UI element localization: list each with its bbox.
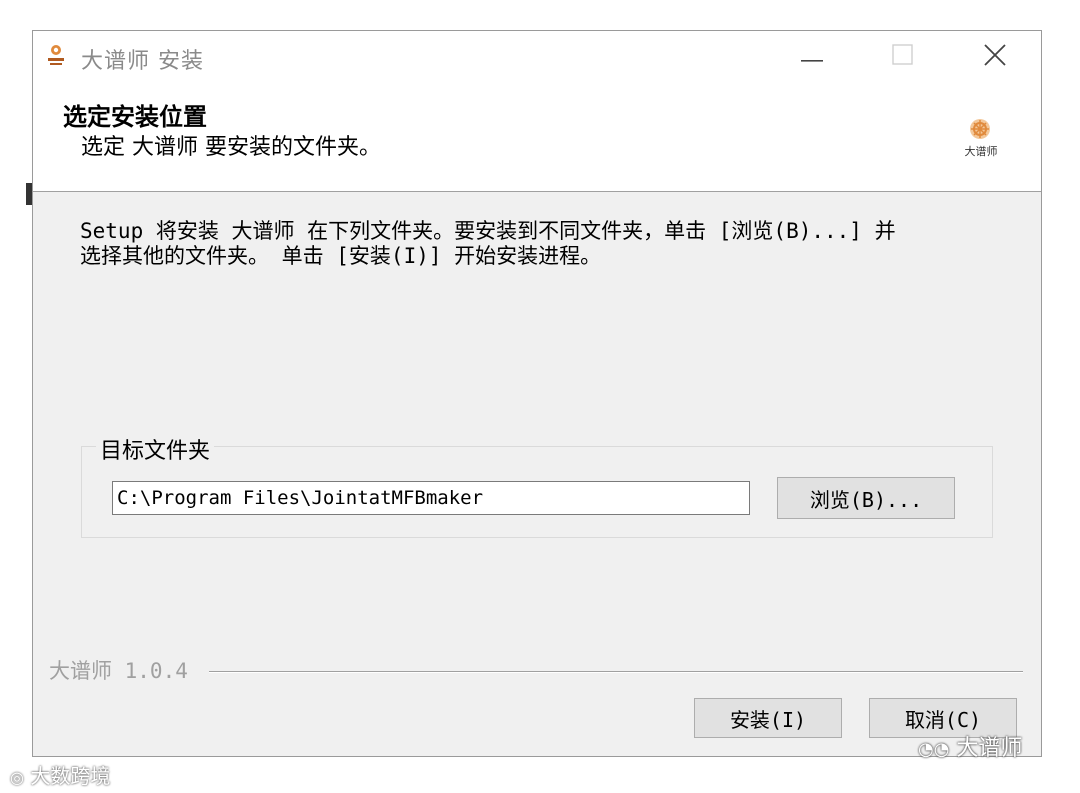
instruction-line-1: Setup 将安装 大谱师 在下列文件夹。要安装到不同文件夹，单击 [浏览(B)… xyxy=(80,219,896,243)
installer-window: 大谱师 安装 选定安装位置 选定 大谱师 要安装的文件夹。 大谱师 Setup … xyxy=(32,30,1042,757)
instruction-text: Setup 将安装 大谱师 在下列文件夹。要安装到不同文件夹，单击 [浏览(B)… xyxy=(80,219,1010,269)
brand-logo: 大谱师 xyxy=(955,115,1005,163)
footer-divider xyxy=(209,671,1023,673)
close-button[interactable] xyxy=(965,31,1025,83)
wechat-icon: ◔◔ xyxy=(918,739,950,760)
watermark-left-text: 大数跨境 xyxy=(30,764,111,788)
window-title: 大谱师 安装 xyxy=(81,49,204,74)
watermark-right-text: 大谱师 xyxy=(956,736,1023,761)
watermark-right: ◔◔ 大谱师 xyxy=(918,730,1022,762)
destination-folder-group: 目标文件夹 浏览(B)... xyxy=(81,433,993,538)
page-header: 选定安装位置 选定 大谱师 要安装的文件夹。 大谱师 xyxy=(33,83,1041,192)
watermark-left: ◎ 大数跨境 xyxy=(10,760,110,789)
destination-folder-label: 目标文件夹 xyxy=(96,433,215,465)
close-icon xyxy=(983,43,1007,71)
brand-logo-text: 大谱师 xyxy=(964,145,998,158)
page-title: 选定安装位置 xyxy=(63,103,207,131)
install-path-input[interactable] xyxy=(112,481,750,515)
minimize-button[interactable] xyxy=(783,31,843,83)
footer-brand-version: 大谱师 1.0.4 xyxy=(49,659,188,683)
weibo-icon: ◎ xyxy=(10,768,24,787)
install-button[interactable]: 安装(I) xyxy=(694,698,842,738)
browse-button[interactable]: 浏览(B)... xyxy=(777,477,955,519)
title-bar[interactable]: 大谱师 安装 xyxy=(33,31,1041,83)
instruction-line-2: 选择其他的文件夹。 单击 [安装(I)] 开始安装进程。 xyxy=(80,244,602,268)
page-subtitle: 选定 大谱师 要安装的文件夹。 xyxy=(81,135,381,160)
minimize-icon xyxy=(801,48,825,67)
maximize-button[interactable] xyxy=(873,31,933,83)
maximize-icon xyxy=(892,44,914,70)
app-icon xyxy=(45,43,67,67)
